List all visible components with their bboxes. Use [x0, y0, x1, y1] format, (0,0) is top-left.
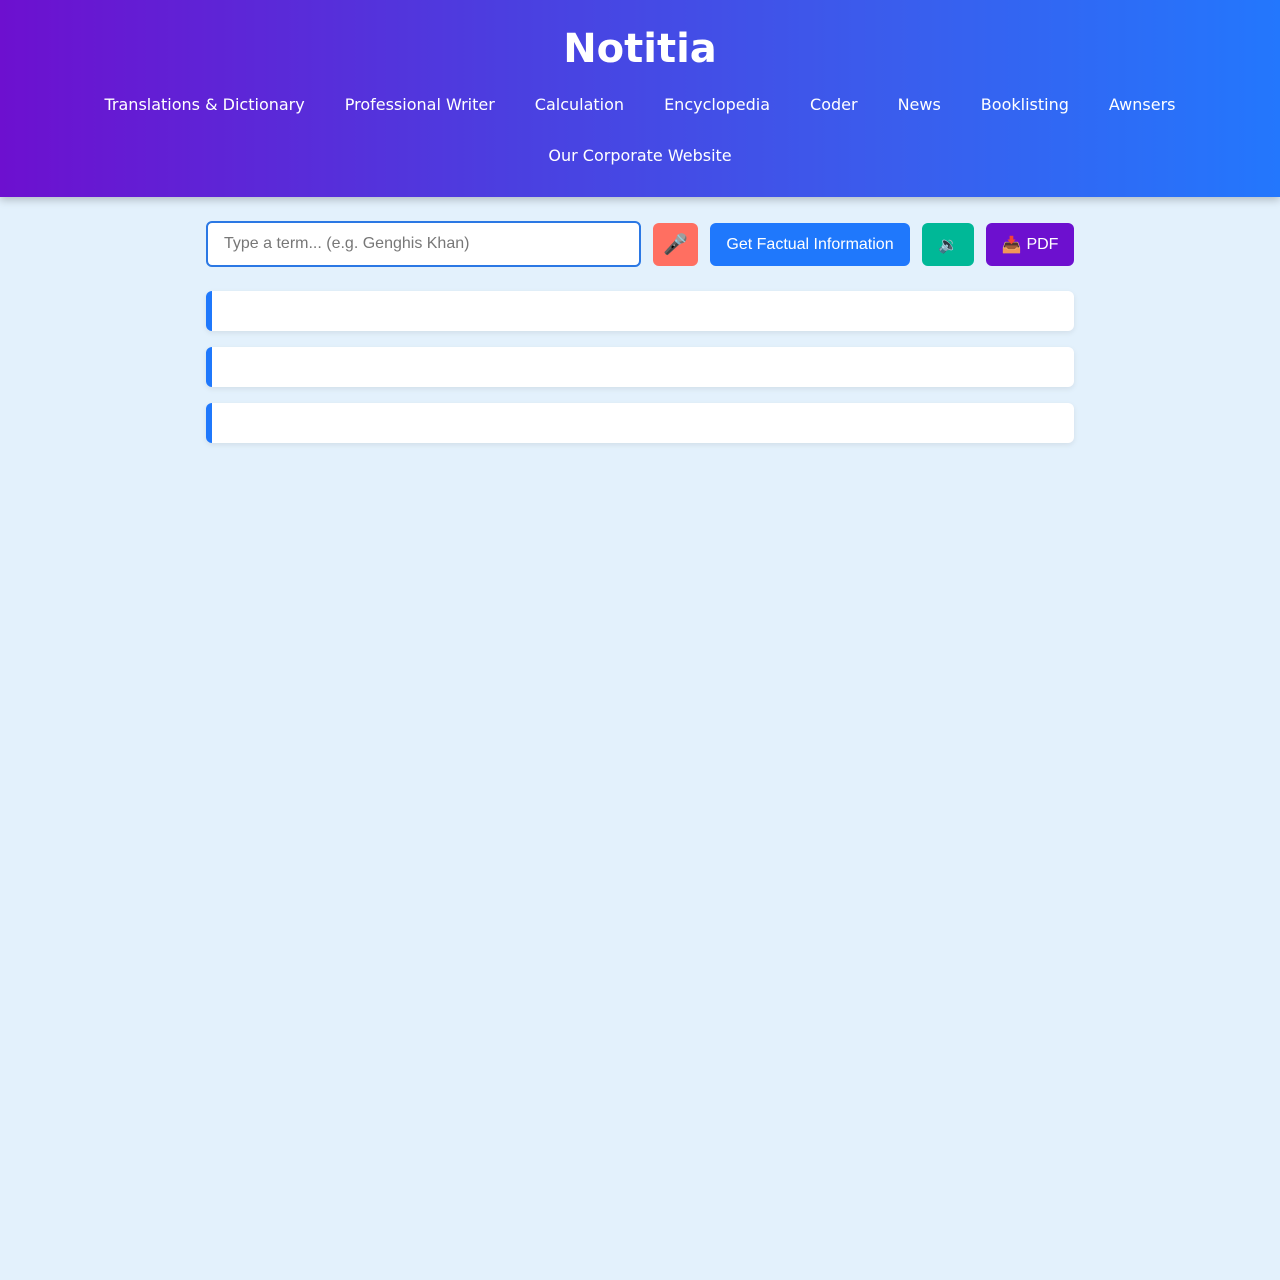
- speaker-icon: 🔉: [938, 236, 958, 254]
- nav-link-booklisting[interactable]: Booklisting: [981, 94, 1069, 116]
- nav-link-coder[interactable]: Coder: [810, 94, 858, 116]
- search-input[interactable]: [206, 221, 641, 267]
- nav-link-encyclopedia[interactable]: Encyclopedia: [664, 94, 770, 116]
- app-header: Notitia Translations & Dictionary Profes…: [0, 0, 1280, 197]
- read-aloud-button[interactable]: 🔉: [922, 223, 974, 266]
- result-card: [206, 347, 1074, 387]
- nav-link-corporate-website[interactable]: Our Corporate Website: [548, 145, 731, 167]
- get-factual-information-label: Get Factual Information: [726, 235, 894, 253]
- pdf-label: PDF: [1026, 235, 1059, 253]
- nav-link-news[interactable]: News: [898, 94, 941, 116]
- nav-link-answers[interactable]: Awnsers: [1109, 94, 1176, 116]
- voice-input-button[interactable]: 🎤: [653, 223, 698, 266]
- nav-link-calculation[interactable]: Calculation: [535, 94, 624, 116]
- microphone-icon: 🎤: [663, 234, 688, 256]
- result-card: [206, 291, 1074, 331]
- download-tray-icon: 📥: [1001, 236, 1022, 254]
- search-toolbar: 🎤 Get Factual Information 🔉 📥 PDF: [206, 221, 1074, 267]
- get-factual-information-button[interactable]: Get Factual Information: [710, 223, 910, 266]
- secondary-nav: Our Corporate Website: [0, 145, 1280, 167]
- result-card: [206, 403, 1074, 443]
- nav-link-translations-dictionary[interactable]: Translations & Dictionary: [105, 94, 305, 116]
- main-nav: Translations & Dictionary Professional W…: [0, 94, 1280, 116]
- app-title: Notitia: [563, 26, 717, 72]
- nav-link-professional-writer[interactable]: Professional Writer: [345, 94, 495, 116]
- pdf-export-button[interactable]: 📥 PDF: [986, 223, 1074, 266]
